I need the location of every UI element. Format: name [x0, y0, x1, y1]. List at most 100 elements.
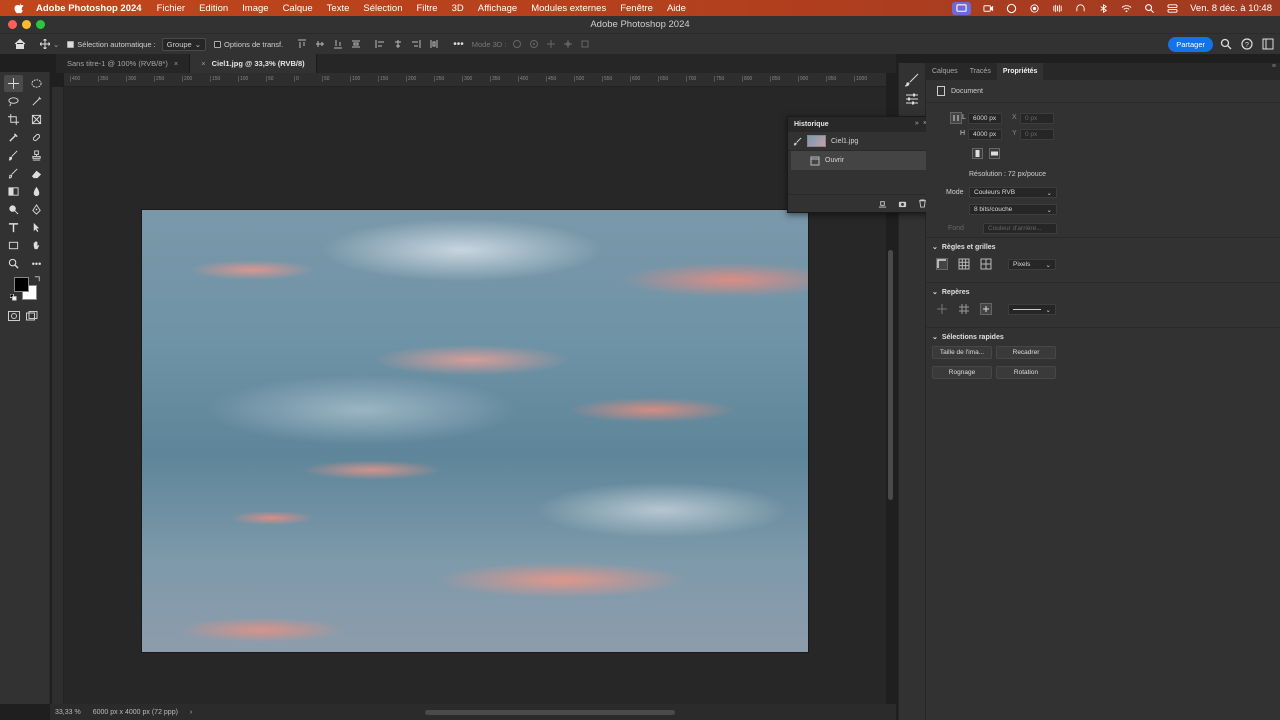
menu-calque[interactable]: Calque — [283, 3, 313, 14]
guides-toggle-icon[interactable] — [936, 303, 948, 315]
vertical-ruler[interactable] — [52, 87, 64, 704]
zoom-level[interactable]: 33,33 % — [55, 709, 81, 716]
menu-affichage[interactable]: Affichage — [478, 3, 517, 14]
background-color-dropdown[interactable]: Couleur d'arrière... — [983, 223, 1057, 234]
history-state-row[interactable]: Ouvrir — [791, 151, 931, 170]
workspace-icon[interactable] — [1262, 38, 1274, 50]
tool-preset-chevron-icon[interactable]: ⌄ — [53, 40, 59, 49]
more-options-icon[interactable]: ••• — [453, 39, 464, 50]
gradient-tool[interactable] — [4, 183, 23, 200]
menu-selection[interactable]: Sélection — [363, 3, 402, 14]
close-tab-icon[interactable]: × — [201, 59, 205, 68]
apple-icon[interactable] — [12, 2, 26, 14]
guide-layout-icon[interactable] — [958, 303, 970, 315]
status-menu-arrow-icon[interactable]: › — [190, 709, 192, 716]
close-tab-icon[interactable]: × — [174, 59, 178, 68]
auto-select-checkbox[interactable] — [67, 40, 75, 48]
ruler-units-dropdown[interactable]: Pixels ⌄ — [1008, 259, 1056, 270]
pixel-grid-icon[interactable] — [980, 258, 992, 270]
auto-select-dropdown[interactable]: Groupe ⌄ — [161, 37, 207, 51]
rulers-grids-header[interactable]: ⌄ Règles et grilles — [932, 243, 1274, 252]
app-name-menu[interactable]: Adobe Photoshop 2024 — [36, 3, 142, 14]
sky-photo-canvas[interactable] — [141, 209, 809, 653]
control-center-icon[interactable] — [1167, 3, 1178, 14]
type-tool[interactable] — [4, 219, 23, 236]
search-icon[interactable] — [1220, 38, 1232, 50]
swap-colors-icon[interactable] — [34, 275, 41, 282]
brush-settings-icon[interactable] — [904, 73, 920, 87]
screen-mode-icon[interactable] — [26, 311, 38, 321]
bluetooth-icon[interactable] — [1098, 3, 1109, 14]
minimize-window-button[interactable] — [22, 20, 31, 29]
menubar-datetime[interactable]: Ven. 8 déc. à 10:48 — [1190, 3, 1272, 14]
auto-select-option[interactable]: Sélection automatique : — [67, 40, 156, 49]
tab-proprietes[interactable]: Propriétés — [996, 63, 1044, 80]
align-hcenter-icon[interactable] — [393, 39, 403, 49]
image-size-button[interactable]: Taille de l'ima... — [932, 346, 992, 359]
history-snapshot-row[interactable]: Ciel1.jpg — [788, 132, 939, 151]
landscape-orientation-icon[interactable] — [989, 148, 1000, 159]
align-right-icon[interactable] — [411, 39, 421, 49]
align-bottom-icon[interactable] — [333, 39, 343, 49]
home-icon[interactable] — [14, 38, 26, 50]
align-top-icon[interactable] — [297, 39, 307, 49]
tab-calques[interactable]: Calques — [926, 63, 964, 80]
menu-image[interactable]: Image — [242, 3, 268, 14]
tab-ciel1[interactable]: × Ciel1.jpg @ 33,3% (RVB/8) — [190, 54, 317, 73]
portrait-orientation-icon[interactable] — [972, 148, 983, 159]
crop-button[interactable]: Rognage — [932, 366, 992, 379]
help-icon[interactable]: ? — [1241, 38, 1253, 50]
3d-roll-icon[interactable] — [529, 39, 539, 49]
crop-tool[interactable] — [4, 111, 23, 128]
wifi-icon[interactable] — [1121, 3, 1132, 14]
zoom-tool[interactable] — [4, 255, 23, 272]
transform-controls-option[interactable]: Options de transf. — [214, 40, 283, 49]
blur-tool[interactable] — [27, 183, 46, 200]
quick-mask-icon[interactable] — [8, 311, 20, 321]
eyedropper-tool[interactable] — [4, 129, 23, 146]
close-window-button[interactable] — [8, 20, 17, 29]
record-icon[interactable] — [1029, 3, 1040, 14]
rectangle-tool[interactable] — [4, 237, 23, 254]
distribute-horizontal-icon[interactable] — [429, 39, 439, 49]
menu-3d[interactable]: 3D — [452, 3, 464, 14]
vertical-scrollbar[interactable] — [888, 250, 893, 500]
guide-style-dropdown[interactable]: ⌄ — [1008, 304, 1056, 315]
rotate-button[interactable]: Rotation — [996, 366, 1056, 379]
bit-depth-dropdown[interactable]: 8 bits/couche ⌄ — [969, 204, 1057, 215]
3d-pan-icon[interactable] — [546, 39, 556, 49]
horizontal-scrollbar[interactable] — [425, 710, 675, 715]
screen-share-icon[interactable] — [952, 1, 972, 15]
collapse-panel-icon[interactable]: » — [915, 120, 919, 127]
creative-cloud-icon[interactable] — [1006, 3, 1017, 14]
move-tool-icon[interactable] — [40, 39, 50, 49]
spotlight-search-icon[interactable] — [1144, 3, 1155, 14]
hand-tool[interactable] — [27, 237, 46, 254]
3d-orbit-icon[interactable] — [512, 39, 522, 49]
path-selection-tool[interactable] — [27, 219, 46, 236]
frame-tool[interactable] — [27, 111, 46, 128]
panel-menu-icon[interactable]: ≡ — [1272, 63, 1276, 80]
edit-toolbar-button[interactable]: ••• — [27, 255, 46, 272]
x-field[interactable]: 0 px — [1020, 113, 1054, 124]
share-button[interactable]: Partager — [1168, 37, 1213, 52]
horizontal-ruler[interactable]: 400 350 300 250 200 150 100 50 0 50 100 150 200 250 30… — [64, 73, 886, 87]
height-field[interactable]: 4000 px — [968, 129, 1002, 140]
eraser-tool[interactable] — [27, 165, 46, 182]
y-field[interactable]: 0 px — [1020, 129, 1054, 140]
new-document-from-state-icon[interactable] — [878, 199, 887, 208]
marquee-tool[interactable] — [27, 75, 46, 92]
default-colors-icon[interactable] — [10, 294, 17, 301]
menu-modules-externes[interactable]: Modules externes — [531, 3, 606, 14]
history-brush-tool[interactable] — [4, 165, 23, 182]
recenter-button[interactable]: Recadrer — [996, 346, 1056, 359]
dodge-tool[interactable] — [4, 201, 23, 218]
transform-controls-checkbox[interactable] — [214, 40, 222, 48]
headphones-icon[interactable] — [1075, 3, 1086, 14]
lock-guides-icon[interactable] — [980, 303, 992, 315]
ruler-toggle-icon[interactable] — [936, 258, 948, 270]
audio-level-icon[interactable] — [1052, 3, 1063, 14]
quick-selection-tool[interactable] — [27, 93, 46, 110]
tab-sans-titre-1[interactable]: Sans titre-1 @ 100% (RVB/8*) × — [56, 54, 191, 73]
adjustments-sliders-icon[interactable] — [904, 92, 920, 106]
